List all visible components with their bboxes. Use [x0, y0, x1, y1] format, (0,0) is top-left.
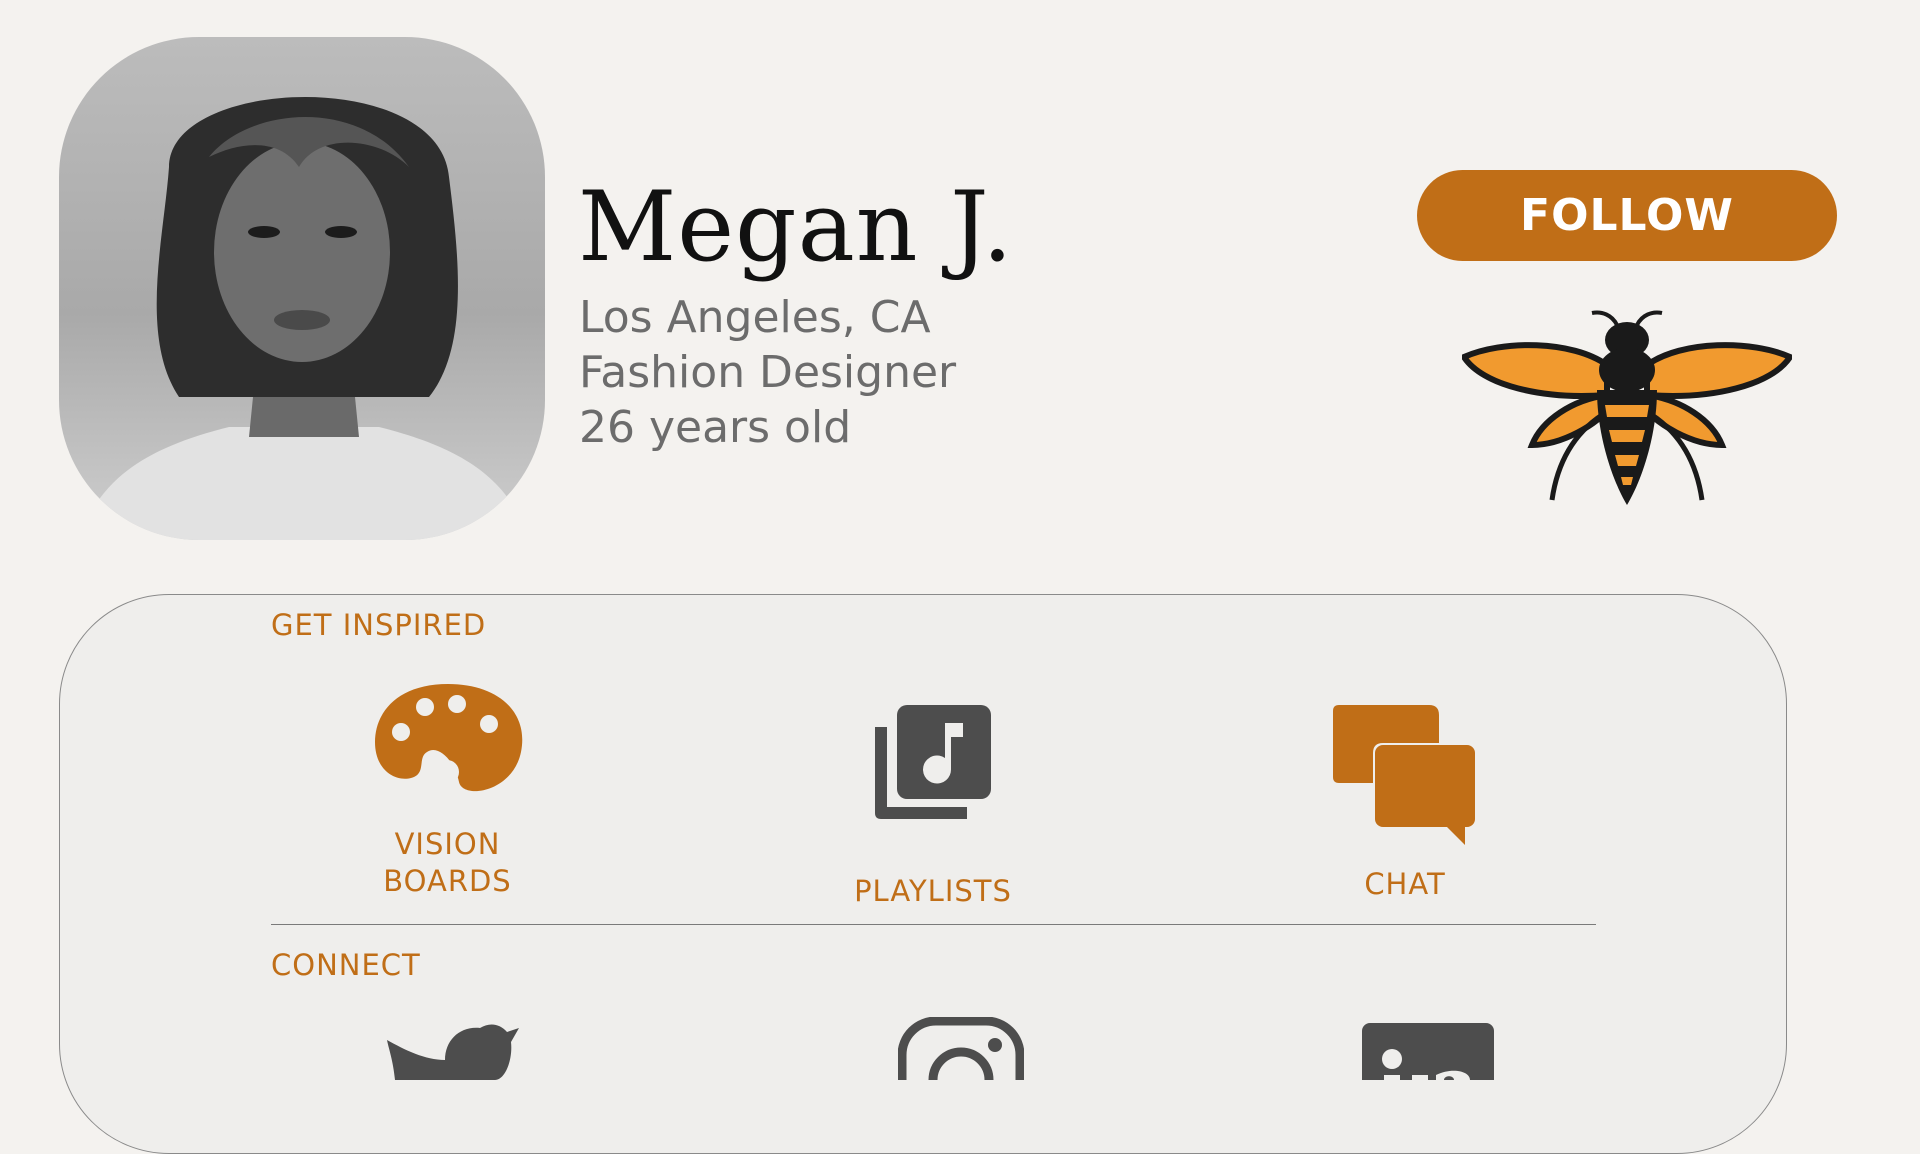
vision-boards-tile[interactable]: VISION BOARDS [345, 682, 550, 900]
follow-button[interactable]: FOLLOW [1417, 170, 1837, 261]
section-label-connect: CONNECT [271, 948, 421, 982]
twitter-icon[interactable] [385, 1020, 519, 1080]
profile-details: Los Angeles, CA Fashion Designer 26 year… [579, 290, 956, 455]
profile-location: Los Angeles, CA [579, 292, 931, 343]
chat-label: CHAT [1364, 867, 1446, 901]
vision-boards-label-line1: VISION [394, 827, 501, 861]
palette-icon [374, 684, 522, 792]
vision-boards-label-line2: BOARDS [383, 864, 512, 898]
music-library-icon [875, 705, 991, 819]
profile-age: 26 years old [579, 402, 852, 453]
portrait-image [79, 97, 529, 540]
playlists-label: PLAYLISTS [854, 874, 1012, 908]
section-label-get-inspired: GET INSPIRED [271, 608, 487, 642]
instagram-icon[interactable] [898, 1017, 1024, 1080]
chat-tile[interactable]: CHAT [1300, 703, 1510, 903]
bee-logo-icon [1462, 310, 1792, 505]
linkedin-icon[interactable] [1362, 1023, 1494, 1080]
profile-occupation: Fashion Designer [579, 347, 957, 398]
chat-bubbles-icon [1332, 705, 1475, 845]
section-divider [271, 924, 1596, 925]
playlists-tile[interactable]: PLAYLISTS [833, 703, 1033, 910]
profile-photo [59, 37, 545, 540]
profile-name: Megan J. [578, 171, 1014, 283]
